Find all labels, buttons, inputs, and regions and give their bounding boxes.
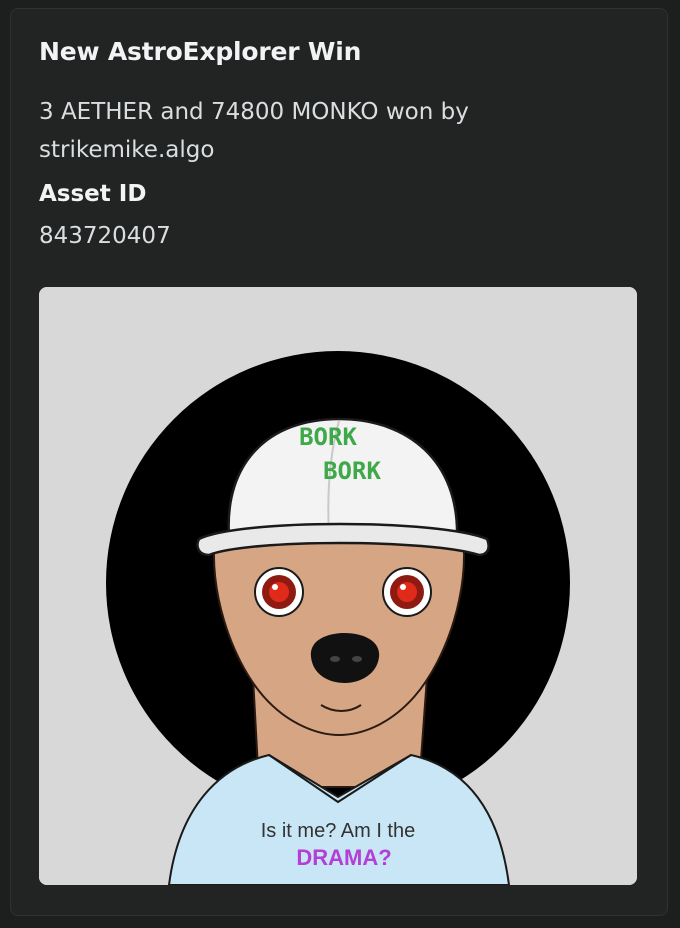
right-eye [382, 567, 432, 617]
embed-card: New AstroExplorer Win 3 AETHER and 74800… [10, 8, 668, 916]
left-eye [254, 567, 304, 617]
shirt-text-1: Is it me? Am I the [261, 820, 416, 842]
field-value-asset-id[interactable]: 843720407 [39, 223, 171, 249]
hat-text-2: BORK [323, 457, 381, 485]
embed-title: New AstroExplorer Win [39, 37, 362, 66]
nft-artwork: BORK BORK Is it me? Am I the DRAMA? [39, 287, 637, 885]
hat-text-1: BORK [299, 423, 357, 451]
embed-image[interactable]: BORK BORK Is it me? Am I the DRAMA? [39, 287, 637, 885]
field-name-asset-id: Asset ID [39, 181, 147, 207]
embed-description: 3 AETHER and 74800 MONKO won by strikemi… [39, 99, 469, 163]
shirt-text-2: DRAMA? [296, 845, 391, 870]
